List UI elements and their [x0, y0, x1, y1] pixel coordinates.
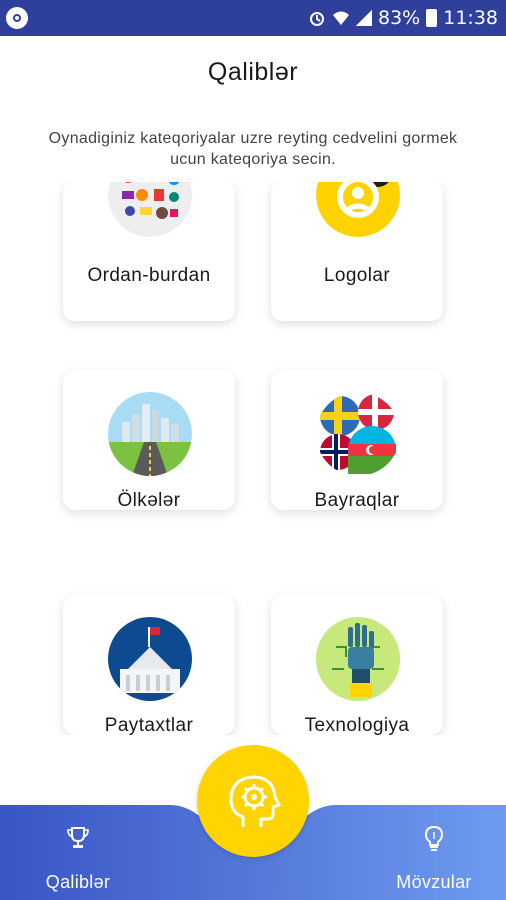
signal-icon	[356, 10, 372, 26]
nav-topics-label: Mövzular	[396, 872, 472, 892]
category-label: Ordan-burdan	[87, 265, 211, 286]
capitol-icon	[108, 617, 192, 701]
city-road-icon	[108, 392, 192, 476]
page-title: Qaliblər	[207, 58, 299, 86]
battery-percent: 83%	[378, 7, 421, 29]
category-card-texnologiya[interactable]: Texnologiya	[271, 595, 443, 735]
nav-topics-button[interactable]: Mövzular	[374, 825, 494, 893]
category-label: Ölkələr	[117, 490, 181, 511]
collage-icon	[108, 182, 192, 237]
head-gear-icon	[229, 775, 281, 827]
category-card-bayraqlar[interactable]: Bayraqlar	[271, 370, 443, 511]
lightbulb-icon	[424, 825, 444, 851]
flags-icon	[316, 392, 400, 476]
nav-winners-label: Qaliblər	[45, 872, 111, 892]
wifi-icon	[332, 9, 350, 27]
category-label: Paytaxtlar	[104, 715, 194, 735]
robot-hand-icon	[316, 617, 400, 701]
clock: 11:38	[443, 7, 498, 29]
category-card-paytaxtlar[interactable]: Paytaxtlar	[63, 595, 235, 735]
logos-icon	[316, 182, 400, 237]
play-button[interactable]	[197, 745, 309, 857]
app-notification-icon	[6, 7, 28, 29]
category-card-logolar[interactable]: Logolar	[271, 182, 443, 321]
nav-winners-button[interactable]: Qaliblər	[18, 825, 138, 893]
category-label: Logolar	[323, 265, 391, 286]
alarm-icon	[308, 9, 326, 27]
trophy-icon	[67, 827, 89, 848]
page-subtitle: Oynadiginiz kateqoriyalar uzre reyting c…	[48, 130, 458, 168]
category-grid[interactable]: Ordan-burdan Logolar Ölkələr Bayraqlar P…	[0, 182, 506, 735]
category-label: Bayraqlar	[314, 490, 400, 511]
category-card-ordan-burdan[interactable]: Ordan-burdan	[63, 182, 235, 321]
category-label: Texnologiya	[304, 715, 410, 735]
category-card-olkeler[interactable]: Ölkələr	[63, 370, 235, 511]
status-bar: 83% 11:38	[0, 0, 506, 36]
battery-icon	[426, 9, 438, 27]
